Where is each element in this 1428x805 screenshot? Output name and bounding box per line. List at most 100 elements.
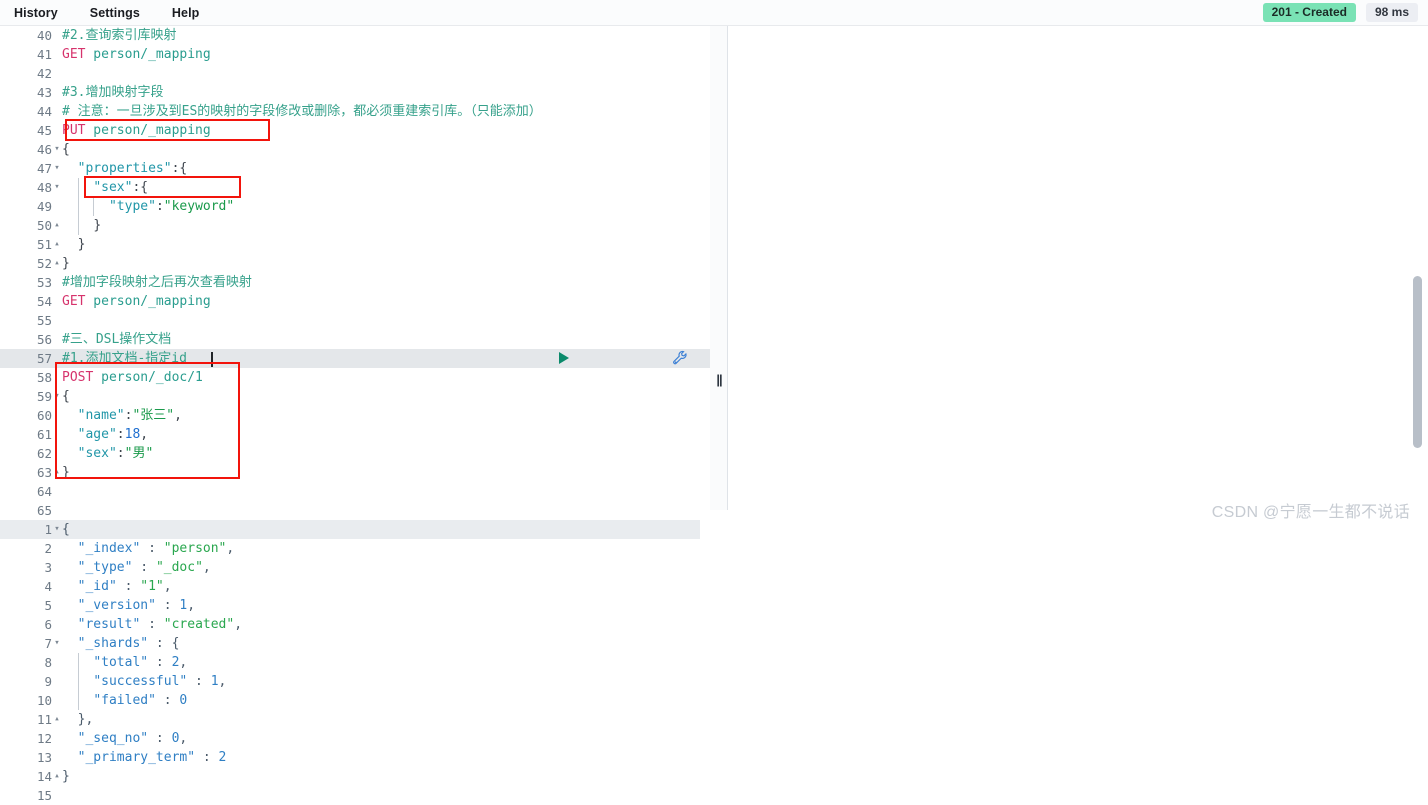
line-source: PUT person/_mapping (62, 121, 211, 140)
code-line[interactable]: 10 "failed" : 0 (0, 691, 700, 710)
code-line[interactable]: 7 ▾ "_shards" : { (0, 634, 700, 653)
code-line[interactable]: 61 "age":18, (0, 425, 710, 444)
line-number: 64 (36, 484, 52, 499)
code-line[interactable]: 51 ▴ } (0, 235, 710, 254)
token-punctuation: : (140, 617, 164, 632)
code-line[interactable]: 55 (0, 311, 710, 330)
code-line[interactable]: 3 "_type" : "_doc", (0, 558, 700, 577)
code-line[interactable]: 49 "type":"keyword" (0, 197, 710, 216)
wrench-icon[interactable] (578, 350, 688, 366)
fold-marker[interactable]: ▾ (52, 634, 62, 653)
line-source: } (62, 463, 70, 482)
fold-marker[interactable]: ▾ (52, 159, 62, 178)
line-number: 46 (36, 142, 52, 157)
code-line[interactable]: 59 ▾{ (0, 387, 710, 406)
code-line[interactable]: 13 "_primary_term" : 2 (0, 748, 700, 767)
panel-splitter[interactable]: || (710, 26, 728, 510)
code-line[interactable]: 65 (0, 501, 710, 520)
request-code-area[interactable]: 40 #2.查询索引库映射 41 GET person/_mapping 42 43… (0, 26, 710, 520)
code-line[interactable]: 4 "_id" : "1", (0, 577, 700, 596)
code-line[interactable]: 45 PUT person/_mapping (0, 121, 710, 140)
code-line[interactable]: 44 # 注意：一旦涉及到ES的映射的字段修改或删除，都必须重建索引库。（只能添加… (0, 102, 710, 121)
code-line[interactable]: 6 "result" : "created", (0, 615, 700, 634)
fold-marker[interactable]: ▴ (52, 463, 62, 482)
code-line[interactable]: 63 ▴} (0, 463, 710, 482)
token-brace: { (62, 142, 70, 157)
token-endpoint: person/_mapping (85, 294, 211, 309)
code-line[interactable]: 62 "sex":"男" (0, 444, 710, 463)
code-line[interactable]: 53 #增加字段映射之后再次查看映射 (0, 273, 710, 292)
fold-marker[interactable]: ▴ (52, 767, 62, 786)
line-source: "properties":{ (62, 159, 188, 178)
token-comment: #三、DSL操作文档 (62, 332, 172, 347)
token-json-key: "name" (77, 408, 125, 423)
token-json-string: "张三" (132, 408, 175, 423)
token-comment: # 注意：一旦涉及到ES的映射的字段修改或删除，都必须重建索引库。（只能添加） (62, 104, 542, 119)
code-line[interactable]: 43 #3.增加映射字段 (0, 83, 710, 102)
code-line[interactable]: 60 "name":"张三", (0, 406, 710, 425)
response-viewer-panel[interactable]: 1 ▾{ 2 "_index" : "person", 3 "_type" : "… (0, 119, 700, 805)
line-number: 47 (36, 161, 52, 176)
token-punctuation: , (226, 541, 235, 556)
editor-scrollbar[interactable] (1413, 26, 1422, 510)
line-source: { (62, 140, 70, 159)
line-source: } (62, 216, 101, 235)
code-line[interactable]: 56 #三、DSL操作文档 (0, 330, 710, 349)
menu-item-history[interactable]: History (12, 6, 60, 20)
fold-marker[interactable]: ▴ (52, 710, 62, 729)
line-source: }, (62, 710, 94, 729)
line-number: 59 (36, 389, 52, 404)
request-editor-panel[interactable]: 40 #2.查询索引库映射 41 GET person/_mapping 42 43… (0, 26, 1422, 520)
code-line[interactable]: 48 ▾ "sex":{ (0, 178, 710, 197)
line-source: GET person/_mapping (62, 45, 211, 64)
code-line[interactable]: 8 "total" : 2, (0, 653, 700, 672)
token-json-key: "_primary_term" (77, 750, 196, 765)
fold-marker[interactable]: ▴ (52, 216, 62, 235)
line-number: 55 (36, 313, 52, 328)
editor-scrollbar-thumb[interactable] (1413, 276, 1422, 448)
line-number: 57 (36, 351, 52, 366)
code-line[interactable]: 5 "_version" : 1, (0, 596, 700, 615)
code-line[interactable]: 41 GET person/_mapping (0, 45, 710, 64)
line-number: 10 (36, 693, 52, 708)
token-json-key: "successful" (93, 674, 188, 689)
fold-marker[interactable]: ▴ (52, 235, 62, 254)
active-code-line[interactable]: 57 #1.添加文档-指定id (0, 349, 710, 368)
menu-item-settings[interactable]: Settings (88, 6, 142, 20)
fold-marker[interactable]: ▾ (52, 178, 62, 197)
code-line[interactable]: 9 "successful" : 1, (0, 672, 700, 691)
code-line[interactable]: 52 ▴} (0, 254, 710, 273)
code-line[interactable]: 2 "_index" : "person", (0, 539, 700, 558)
code-line[interactable]: 15 (0, 786, 700, 805)
token-punctuation: , (234, 617, 243, 632)
code-line[interactable]: 58 POST person/_doc/1 (0, 368, 710, 387)
line-number: 63 (36, 465, 52, 480)
token-punctuation: : (116, 427, 125, 442)
code-line[interactable]: 46 ▾{ (0, 140, 710, 159)
play-icon[interactable] (559, 352, 570, 364)
code-line[interactable]: 12 "_seq_no" : 0, (0, 729, 700, 748)
request-actions[interactable] (559, 350, 688, 366)
code-line[interactable]: 40 #2.查询索引库映射 (0, 26, 710, 45)
menu-item-help[interactable]: Help (170, 6, 202, 20)
token-punctuation: , (140, 427, 149, 442)
code-line[interactable]: 50 ▴ } (0, 216, 710, 235)
line-source: "_id" : "1", (62, 577, 172, 596)
code-line[interactable]: 64 (0, 482, 710, 501)
token-punctuation: : (155, 199, 164, 214)
token-punctuation: , (174, 408, 182, 423)
fold-marker[interactable]: ▴ (52, 254, 62, 273)
line-source: } (62, 235, 86, 254)
token-comment: #2.查询索引库映射 (62, 28, 177, 43)
line-number: 51 (36, 237, 52, 252)
line-number: 56 (36, 332, 52, 347)
code-line[interactable]: 14 ▴} (0, 767, 700, 786)
code-line[interactable]: 54 GET person/_mapping (0, 292, 710, 311)
token-json-key: "total" (93, 655, 149, 670)
code-line[interactable]: 11 ▴ }, (0, 710, 700, 729)
code-line[interactable]: 47 ▾ "properties":{ (0, 159, 710, 178)
fold-marker[interactable]: ▾ (52, 387, 62, 406)
code-line[interactable]: 42 (0, 64, 710, 83)
fold-marker[interactable]: ▾ (52, 140, 62, 159)
response-code-area[interactable]: 1 ▾ { 2 "_index" : "person", 3 "_type" : "… (0, 520, 700, 805)
